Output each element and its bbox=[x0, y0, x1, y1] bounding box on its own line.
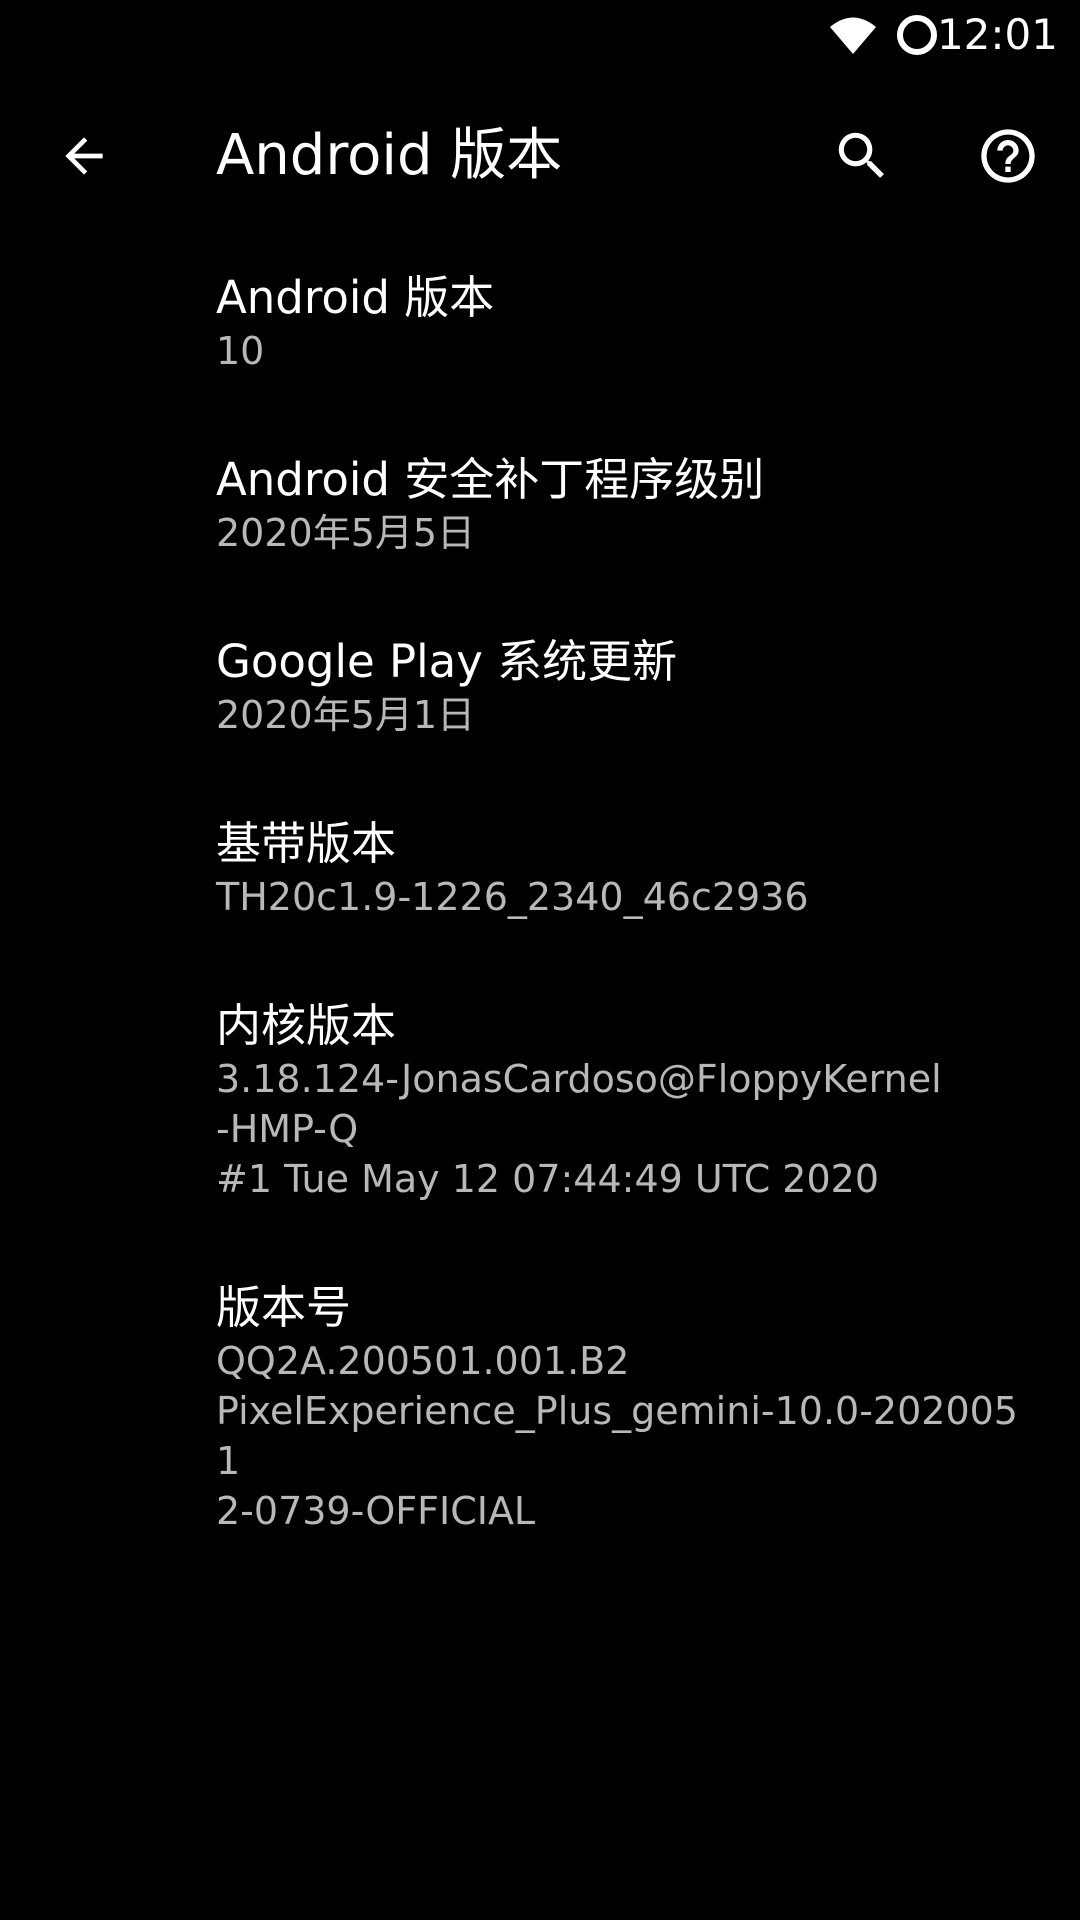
pref-summary: QQ2A.200501.001.B2 PixelExperience_Plus_… bbox=[216, 1339, 1018, 1533]
pref-title: Android 版本 bbox=[216, 271, 495, 324]
pref-title: 内核版本 bbox=[216, 999, 397, 1052]
wifi-icon bbox=[830, 17, 876, 54]
help-icon bbox=[981, 129, 1035, 183]
search-icon bbox=[838, 132, 884, 178]
pref-summary: TH20c1.9-1226_2340_46c2936 bbox=[216, 875, 809, 919]
arrow-back-icon bbox=[65, 137, 103, 175]
page-title: Android 版本 bbox=[216, 123, 563, 188]
pref-kernel-version[interactable]: 内核版本 3.18.124-JonasCardoso@FloppyKernel … bbox=[0, 998, 1080, 1204]
pref-android-version[interactable]: Android 版本 10 bbox=[0, 270, 1080, 376]
pref-summary: 2020年5月5日 bbox=[216, 511, 476, 555]
status-clock: 12:01 bbox=[936, 10, 1058, 59]
status-bar: 12:01 bbox=[0, 0, 1080, 72]
pref-title: Google Play 系统更新 bbox=[216, 635, 678, 688]
pref-title: 版本号 bbox=[216, 1281, 352, 1334]
pref-build-number[interactable]: 版本号 QQ2A.200501.001.B2 PixelExperience_P… bbox=[0, 1280, 1080, 1536]
pref-google-play-update[interactable]: Google Play 系统更新 2020年5月1日 bbox=[0, 634, 1080, 740]
pref-summary: 3.18.124-JonasCardoso@FloppyKernel -HMP-… bbox=[216, 1057, 942, 1201]
help-button[interactable] bbox=[948, 96, 1068, 216]
pref-title: 基带版本 bbox=[216, 817, 397, 870]
pref-baseband-version[interactable]: 基带版本 TH20c1.9-1226_2340_46c2936 bbox=[0, 816, 1080, 922]
battery-icon bbox=[897, 15, 937, 55]
pref-title: Android 安全补丁程序级别 bbox=[216, 453, 765, 506]
preference-list: Android 版本 10 Android 安全补丁程序级别 2020年5月5日… bbox=[0, 270, 1080, 1612]
pref-summary: 10 bbox=[216, 329, 265, 373]
search-button[interactable] bbox=[802, 96, 922, 216]
pref-security-patch[interactable]: Android 安全补丁程序级别 2020年5月5日 bbox=[0, 452, 1080, 558]
back-button[interactable] bbox=[24, 96, 144, 216]
pref-summary: 2020年5月1日 bbox=[216, 693, 476, 737]
toolbar: Android 版本 bbox=[0, 96, 1080, 216]
